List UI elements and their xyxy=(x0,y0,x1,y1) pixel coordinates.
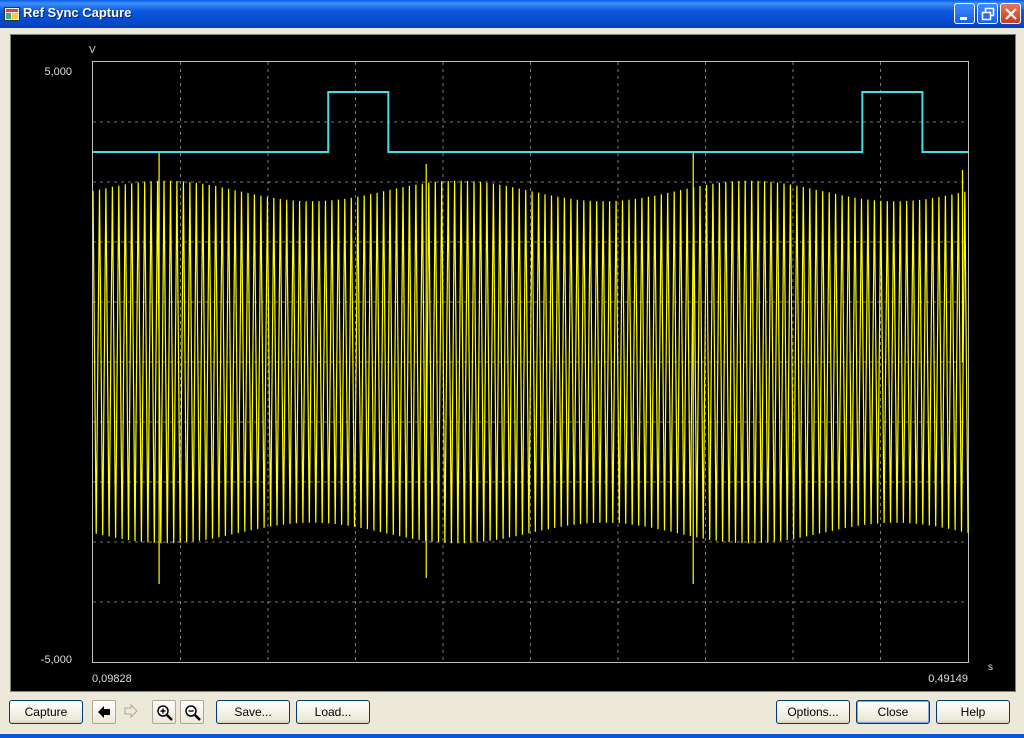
zoom-in-icon xyxy=(157,705,173,721)
help-button[interactable]: Help xyxy=(936,700,1010,724)
x-tick-min: 0,09828 xyxy=(92,673,132,685)
app-icon xyxy=(4,7,20,21)
arrow-right-icon xyxy=(124,703,138,719)
restore-button[interactable] xyxy=(977,3,998,24)
y-tick-max: 5,000 xyxy=(44,66,72,78)
save-button[interactable]: Save... xyxy=(216,700,290,724)
close-icon xyxy=(1005,8,1017,20)
x-tick-max: 0,49149 xyxy=(928,673,968,685)
zoom-in-button[interactable] xyxy=(152,700,176,724)
window-title: Ref Sync Capture xyxy=(23,5,132,20)
x-axis-label: s xyxy=(988,662,993,673)
window-bottom-border xyxy=(0,734,1024,738)
minimize-icon xyxy=(960,17,967,20)
load-button[interactable]: Load... xyxy=(296,700,370,724)
zoom-out-button[interactable] xyxy=(180,700,204,724)
y-axis-label: V xyxy=(89,45,96,56)
close-window-button[interactable] xyxy=(1000,3,1021,24)
back-button[interactable] xyxy=(92,700,116,724)
minimize-button[interactable] xyxy=(954,3,975,24)
capture-button[interactable]: Capture xyxy=(9,700,83,724)
title-bar[interactable]: Ref Sync Capture xyxy=(0,0,1024,28)
oscilloscope-plot[interactable]: V s 5,000 -5,000 0,09828 0,49149 xyxy=(10,34,1016,692)
y-tick-min: -5,000 xyxy=(41,654,72,666)
plot-svg: V s 5,000 -5,000 0,09828 0,49149 xyxy=(41,45,993,685)
arrow-left-icon xyxy=(98,706,110,718)
forward-button[interactable] xyxy=(120,700,144,724)
zoom-out-icon xyxy=(185,705,201,721)
restore-icon xyxy=(981,7,995,21)
close-button[interactable]: Close xyxy=(856,700,930,724)
options-button[interactable]: Options... xyxy=(776,700,850,724)
